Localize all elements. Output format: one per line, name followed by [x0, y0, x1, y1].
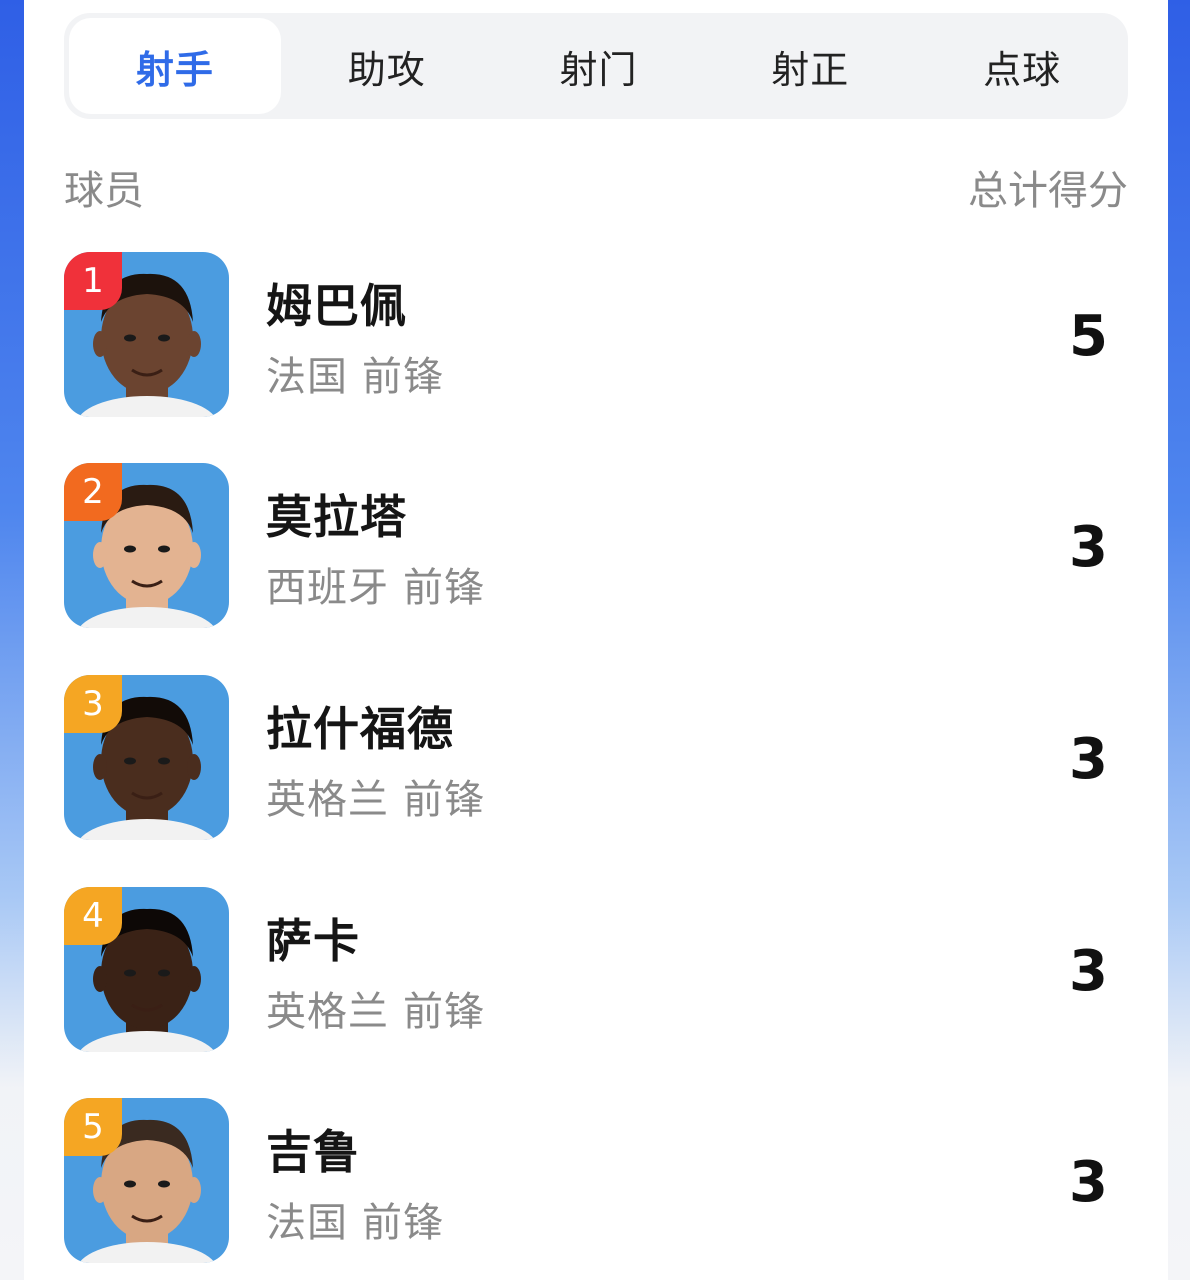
- tab-shots[interactable]: 射门: [493, 18, 705, 114]
- rankings-card: 射手 助攻 射门 射正 点球 球员 总计得分 1 姆巴佩 法国 前锋 5 2 莫拉…: [24, 0, 1168, 1280]
- rank-badge: 3: [64, 675, 122, 733]
- player-name: 姆巴佩: [266, 279, 407, 333]
- player-row[interactable]: 1 姆巴佩 法国 前锋 5: [64, 252, 1128, 420]
- player-position: 前锋: [403, 565, 485, 611]
- tab-scorers[interactable]: 射手: [69, 18, 281, 114]
- tab-assists[interactable]: 助攻: [281, 18, 493, 114]
- player-position: 前锋: [403, 989, 485, 1035]
- player-country: 西班牙: [266, 565, 389, 611]
- stat-tabs: 射手 助攻 射门 射正 点球: [64, 13, 1128, 119]
- player-meta: 英格兰 前锋: [266, 979, 485, 1037]
- player-meta: 英格兰 前锋: [266, 767, 485, 825]
- player-name: 萨卡: [266, 914, 360, 968]
- player-country: 英格兰: [266, 777, 389, 823]
- player-column-header: 球员: [64, 168, 144, 214]
- list-header: 球员 总计得分: [64, 158, 1128, 214]
- player-score: 3: [1069, 939, 1108, 1004]
- player-meta: 法国 前锋: [266, 344, 444, 402]
- player-meta: 西班牙 前锋: [266, 555, 485, 613]
- player-row[interactable]: 4 萨卡 英格兰 前锋 3: [64, 887, 1128, 1055]
- player-score: 5: [1069, 304, 1108, 369]
- player-position: 前锋: [362, 1200, 444, 1246]
- player-name: 吉鲁: [266, 1125, 360, 1179]
- player-country: 法国: [266, 354, 348, 400]
- player-country: 法国: [266, 1200, 348, 1246]
- player-name: 拉什福德: [266, 702, 454, 756]
- rank-badge: 4: [64, 887, 122, 945]
- rank-badge: 5: [64, 1098, 122, 1156]
- player-row[interactable]: 2 莫拉塔 西班牙 前锋 3: [64, 463, 1128, 631]
- player-score: 3: [1069, 727, 1108, 792]
- player-score: 3: [1069, 1150, 1108, 1215]
- rank-badge: 2: [64, 463, 122, 521]
- player-row[interactable]: 3 拉什福德 英格兰 前锋 3: [64, 675, 1128, 843]
- player-name: 莫拉塔: [266, 490, 407, 544]
- tab-penalties[interactable]: 点球: [916, 18, 1128, 114]
- player-country: 英格兰: [266, 989, 389, 1035]
- player-position: 前锋: [403, 777, 485, 823]
- player-score: 3: [1069, 515, 1108, 580]
- total-column-header: 总计得分: [968, 168, 1128, 214]
- player-row[interactable]: 5 吉鲁 法国 前锋 3: [64, 1098, 1128, 1266]
- player-meta: 法国 前锋: [266, 1190, 444, 1248]
- player-position: 前锋: [362, 354, 444, 400]
- rank-badge: 1: [64, 252, 122, 310]
- tab-shots-on-target[interactable]: 射正: [704, 18, 916, 114]
